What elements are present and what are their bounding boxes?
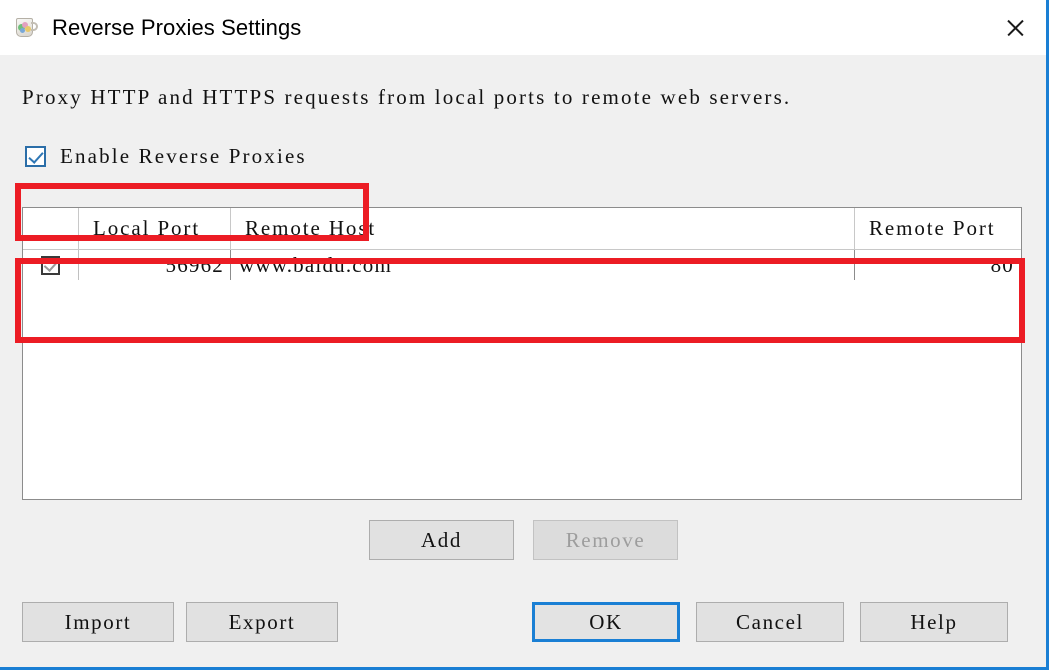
window-title: Reverse Proxies Settings <box>52 14 302 40</box>
enable-reverse-proxies-label: Enable Reverse Proxies <box>60 143 307 168</box>
column-header-local-port[interactable]: Local Port <box>79 208 231 249</box>
export-button[interactable]: Export <box>186 602 338 642</box>
import-button[interactable]: Import <box>22 602 174 642</box>
enable-reverse-proxies-checkbox[interactable] <box>25 145 46 167</box>
column-header-remote-host[interactable]: Remote Host <box>231 208 855 249</box>
row-enabled-checkbox[interactable] <box>41 255 60 275</box>
close-button[interactable] <box>984 0 1046 55</box>
row-enabled-cell[interactable] <box>23 250 79 280</box>
remove-button: Remove <box>533 520 678 560</box>
help-button[interactable]: Help <box>860 602 1008 642</box>
reverse-proxies-settings-window: Reverse Proxies Settings Proxy HTTP and … <box>0 0 1049 670</box>
title-bar: Reverse Proxies Settings <box>0 0 1046 55</box>
dialog-content: Proxy HTTP and HTTPS requests from local… <box>0 55 1046 667</box>
row-remote-port[interactable]: 80 <box>855 250 1020 280</box>
table-row[interactable]: 56962 www.baidu.com 80 <box>23 250 1021 280</box>
description-text: Proxy HTTP and HTTPS requests from local… <box>22 85 792 109</box>
row-remote-host[interactable]: www.baidu.com <box>231 250 855 280</box>
add-button[interactable]: Add <box>369 520 514 560</box>
table-header-row: Local Port Remote Host Remote Port <box>23 208 1021 250</box>
ok-button[interactable]: OK <box>532 602 680 642</box>
enable-reverse-proxies-row[interactable]: Enable Reverse Proxies <box>25 136 325 176</box>
column-header-enabled[interactable] <box>23 208 79 249</box>
cancel-button[interactable]: Cancel <box>696 602 844 642</box>
close-icon <box>1005 18 1025 38</box>
mug-icon <box>14 15 40 41</box>
column-header-remote-port[interactable]: Remote Port <box>855 208 1020 249</box>
row-local-port[interactable]: 56962 <box>79 250 231 280</box>
proxy-table[interactable]: Local Port Remote Host Remote Port 56962… <box>22 207 1022 500</box>
